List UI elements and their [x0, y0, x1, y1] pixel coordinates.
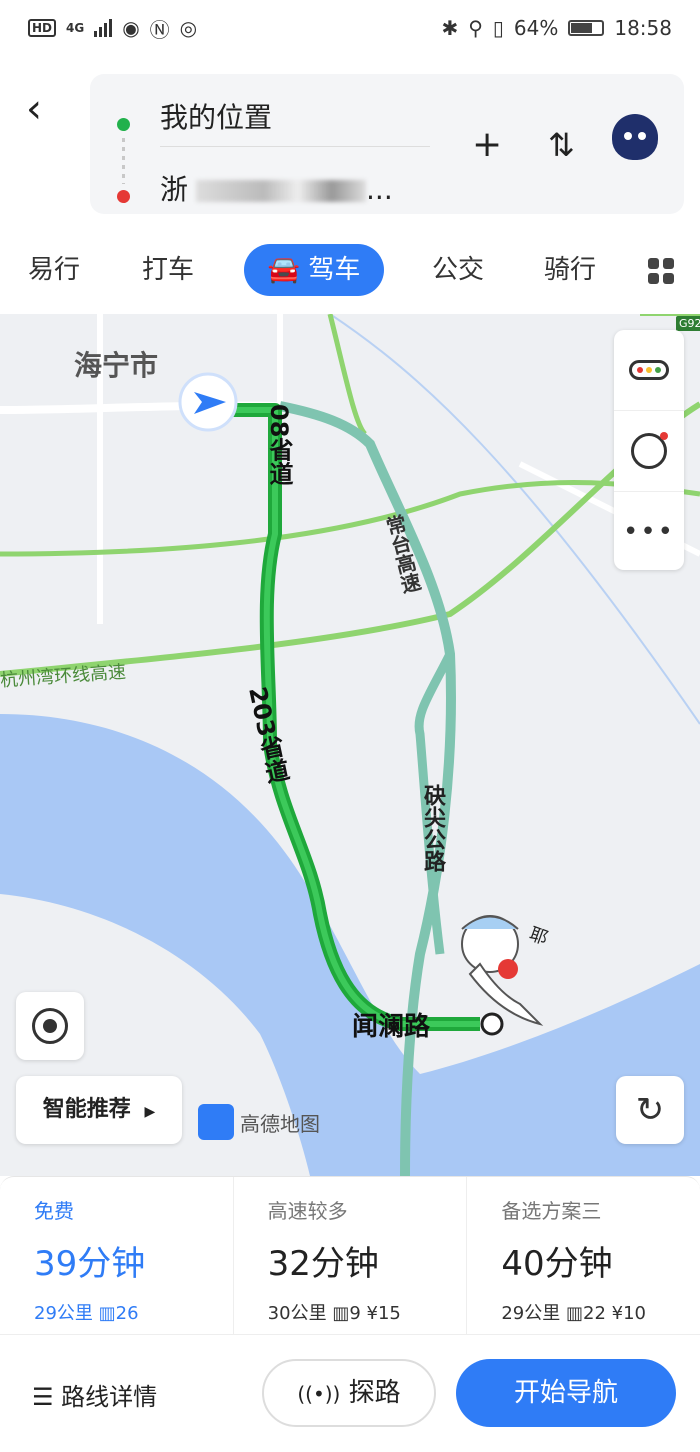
ring-expressway — [0, 401, 700, 677]
option-meta: 29公里 ▥22 ¥10 — [501, 1299, 700, 1325]
start-navigation-button[interactable]: 开始导航 — [456, 1359, 676, 1427]
grid-menu-icon[interactable] — [648, 258, 674, 284]
amap-logo: 高德地图 — [198, 1104, 320, 1140]
crosshair-icon — [32, 1008, 68, 1044]
origin-field[interactable]: 我的位置 — [160, 96, 272, 136]
traffic-toggle-button[interactable] — [614, 330, 684, 411]
nfc-icon: Ⓝ — [149, 17, 170, 42]
bottom-action-bar: ☰ 路线详情 ((•)) 探路 开始导航 — [0, 1334, 700, 1452]
route-detail-label: 路线详情 — [61, 1383, 158, 1411]
list-icon: ☰ — [32, 1383, 54, 1411]
tab-drive-label: 驾车 — [308, 255, 361, 285]
smart-recommend-label: 智能推荐 — [42, 1097, 131, 1122]
option-toll: ¥10 — [611, 1303, 646, 1324]
option-time: 39分钟 — [34, 1244, 146, 1284]
route-option-highway[interactable]: 高速较多 32分钟 30公里 ▥9 ¥15 — [234, 1177, 468, 1335]
car-icon: 🚘 — [267, 255, 301, 285]
history-button[interactable] — [614, 411, 684, 492]
option-meta: 30公里 ▥9 ¥15 — [268, 1299, 467, 1325]
option-time: 32分钟 — [267, 1244, 379, 1284]
option-lights: 22 — [583, 1303, 606, 1324]
radar-icon: ((•)) — [297, 1382, 341, 1406]
amap-logo-icon — [198, 1104, 234, 1140]
map-view[interactable]: 海宁市 杭州湾环线高速 常台高速 砄尖公路 闻澜路 08省道 203省道 G92… — [0, 314, 700, 1176]
tab-taxi[interactable]: 打车 — [142, 240, 194, 300]
destination-suffix: ... — [366, 173, 393, 206]
mode-tabs: 易行 打车 🚘 驾车 公交 骑行 — [0, 240, 700, 302]
option-distance: 30公里 — [267, 1303, 327, 1324]
battery-percent: 64% — [513, 16, 559, 40]
refresh-button[interactable]: ↻ — [616, 1076, 684, 1144]
origin-dot-icon — [117, 118, 130, 131]
route-input-box: 我的位置 浙... + ⇅ z — [90, 74, 684, 214]
chevron-left-icon[interactable]: ‹ — [26, 86, 42, 132]
option-label: 备选方案三 — [501, 1199, 602, 1223]
traffic-icon — [629, 360, 669, 380]
option-lights: 26 — [115, 1303, 139, 1324]
network-type: 4G — [66, 21, 85, 35]
option-label: 免费 — [34, 1199, 74, 1223]
route-option-alt3[interactable]: 备选方案三 40分钟 29公里 ▥22 ¥10 — [467, 1177, 700, 1335]
tab-bike[interactable]: 骑行 — [544, 240, 596, 300]
road-label-xiajian: 砄尖公路 — [420, 784, 445, 872]
option-meta: 29公里 ▥26 — [34, 1299, 233, 1325]
locate-button[interactable] — [16, 992, 84, 1060]
battery-icon — [568, 20, 605, 36]
signal-icon — [94, 19, 113, 37]
sleep-z-icon: z — [650, 132, 658, 148]
route-label-08: 08省道 — [265, 404, 293, 486]
destination-dot-icon — [117, 190, 130, 203]
refresh-icon: ↻ — [635, 1090, 665, 1130]
tab-bus[interactable]: 公交 — [432, 240, 484, 300]
route-detail-button[interactable]: ☰ 路线详情 — [32, 1377, 157, 1412]
triangle-right-icon: ▶ — [144, 1104, 156, 1120]
option-distance: 29公里 — [501, 1303, 561, 1324]
route-header: ‹ 我的位置 浙... + ⇅ z — [0, 56, 700, 232]
status-bar: HD 4G ◉ Ⓝ ◎ ✱ ⚲ ▯ 64% 18:58 — [0, 0, 700, 56]
city-label: 海宁市 — [74, 349, 159, 382]
end-marker-icon — [480, 1012, 504, 1036]
explore-button[interactable]: ((•)) 探路 — [262, 1359, 436, 1427]
mascot-icon — [461, 915, 544, 1026]
destination-field[interactable]: 浙... — [160, 168, 393, 208]
location-icon: ⚲ — [468, 16, 483, 40]
destination-prefix: 浙 — [160, 173, 189, 206]
option-time: 40分钟 — [501, 1244, 613, 1284]
map-side-panel: ••• — [614, 330, 684, 570]
option-toll: ¥15 — [366, 1303, 401, 1324]
route-connector — [122, 138, 125, 184]
more-icon: ••• — [622, 517, 675, 547]
app-icon: ◎ — [179, 16, 198, 40]
divider — [160, 146, 430, 147]
route-option-free[interactable]: 免费 39分钟 29公里 ▥26 — [0, 1177, 234, 1335]
more-button[interactable]: ••• — [614, 492, 684, 572]
history-icon — [631, 432, 668, 469]
explore-label: 探路 — [348, 1378, 401, 1408]
swap-icon[interactable]: ⇅ — [548, 126, 575, 164]
traffic-light-icon: ▥ — [332, 1303, 350, 1324]
tab-easy-travel[interactable]: 易行 — [28, 240, 80, 300]
bluetooth-icon: ✱ — [441, 16, 459, 40]
route-options: 免费 39分钟 29公里 ▥26 高速较多 32分钟 30公里 ▥9 ¥15 备… — [0, 1176, 700, 1335]
traffic-light-icon: ▥ — [565, 1303, 583, 1324]
highway-shield: G92 — [676, 316, 700, 331]
plus-icon[interactable]: + — [472, 124, 502, 165]
option-label: 高速较多 — [267, 1199, 348, 1223]
eye-icon: ◉ — [122, 16, 140, 40]
redacted-text — [196, 180, 367, 202]
clock: 18:58 — [614, 16, 672, 40]
option-lights: 9 — [349, 1303, 361, 1324]
amap-logo-text: 高德地图 — [240, 1111, 320, 1136]
vibrate-icon: ▯ — [492, 16, 504, 40]
hd-indicator: HD — [28, 19, 57, 37]
smart-recommend-button[interactable]: 智能推荐 ▶ — [16, 1076, 182, 1144]
option-distance: 29公里 — [34, 1303, 93, 1324]
tab-drive[interactable]: 🚘 驾车 — [244, 244, 384, 296]
traffic-light-icon: ▥ — [98, 1303, 116, 1324]
road-label-wenlan: 闻澜路 — [352, 1012, 431, 1042]
